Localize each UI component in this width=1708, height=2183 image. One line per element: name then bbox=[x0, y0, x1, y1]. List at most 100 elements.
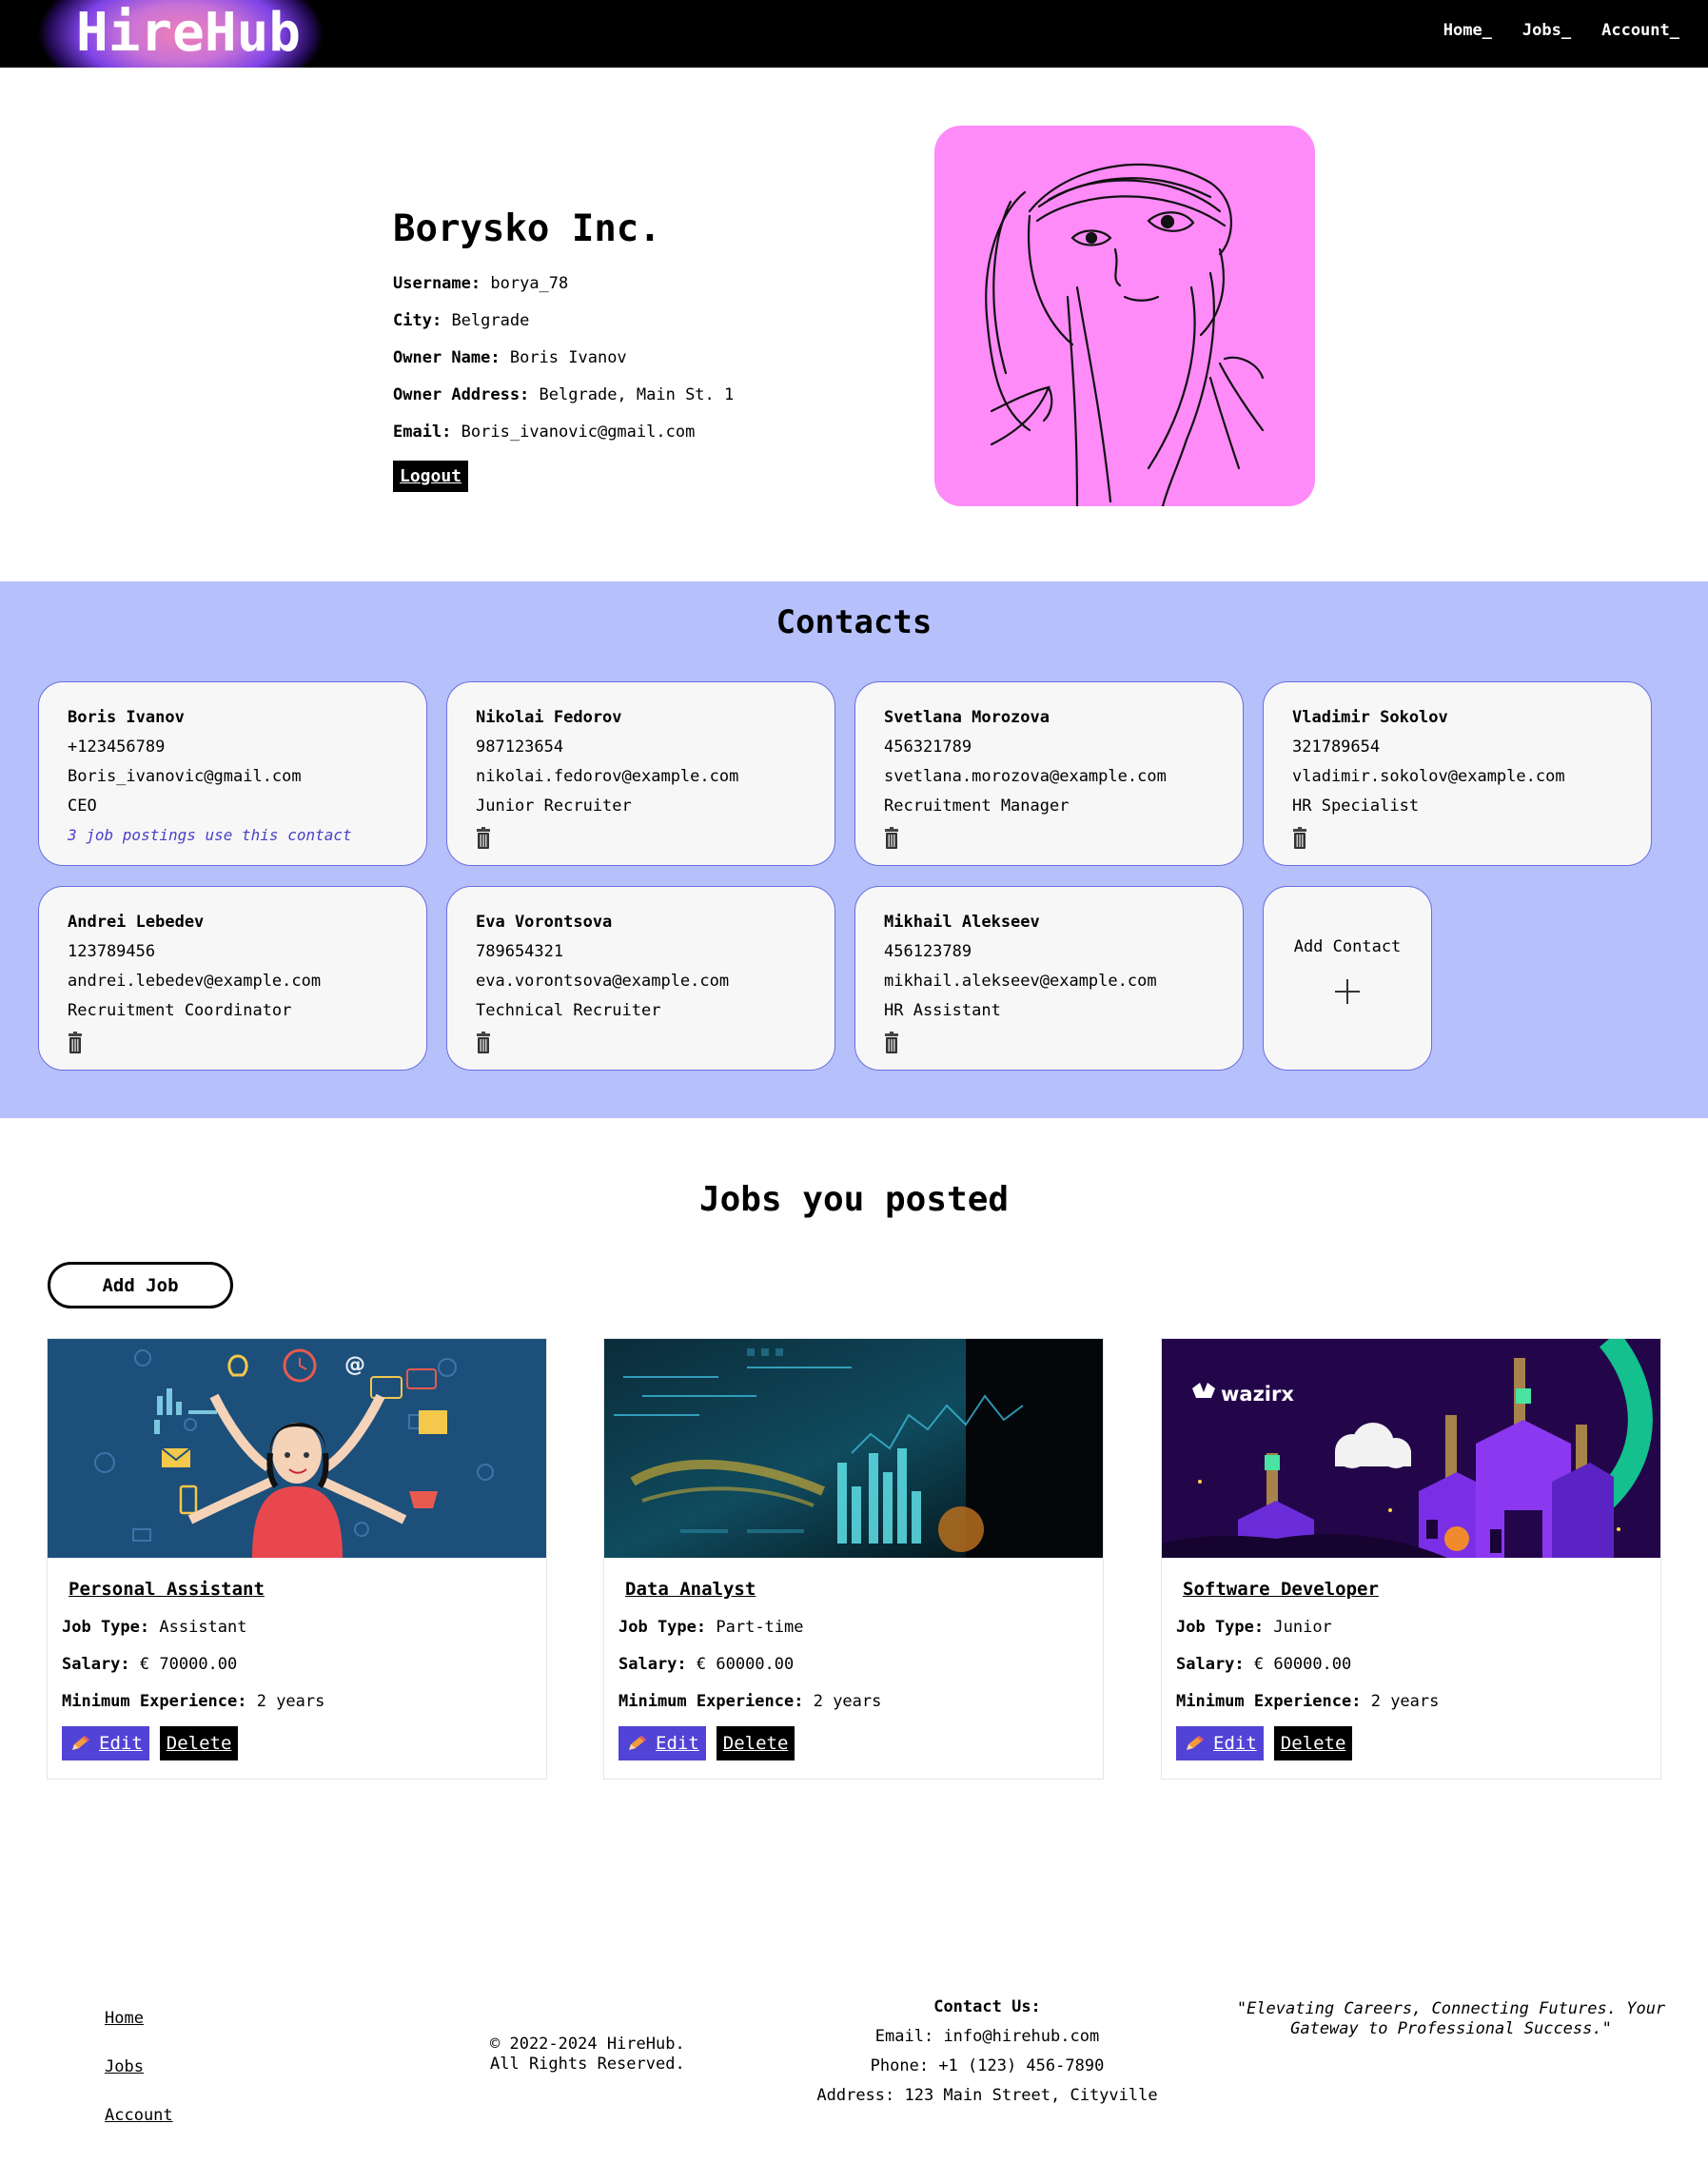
job-actions: Edit Delete bbox=[1176, 1726, 1646, 1760]
contact-phone: 123789456 bbox=[68, 942, 156, 961]
logo-area: HireHub bbox=[0, 0, 366, 68]
job-min-experience: Minimum Experience: 2 years bbox=[62, 1692, 325, 1711]
pencil-icon bbox=[629, 1736, 646, 1750]
contact-card[interactable]: Nikolai Fedorov 987123654 nikolai.fedoro… bbox=[446, 681, 835, 866]
contact-role: HR Assistant bbox=[884, 1001, 1001, 1020]
job-type: Job Type: Junior bbox=[1176, 1618, 1332, 1637]
footer-links: Home Jobs Account bbox=[105, 2007, 173, 2153]
logout-button[interactable]: Logout bbox=[393, 461, 469, 492]
delete-job-button[interactable]: Delete bbox=[1273, 1726, 1353, 1760]
nav-home-link[interactable]: Home_ bbox=[1443, 21, 1492, 40]
email-field: Email: Boris_ivanovic@gmail.com bbox=[393, 423, 696, 442]
contact-role: Recruitment Manager bbox=[884, 796, 1070, 816]
contact-usage-note: 3 job postings use this contact bbox=[68, 826, 352, 844]
contact-email: Boris_ivanovic@gmail.com bbox=[68, 767, 302, 786]
username-field: Username: borya_78 bbox=[393, 274, 569, 293]
contact-email: andrei.lebedev@example.com bbox=[68, 972, 322, 991]
footer-address: Address: 123 Main Street, Cityville bbox=[816, 2086, 1158, 2105]
footer-jobs-link[interactable]: Jobs bbox=[105, 2055, 173, 2078]
job-actions: Edit Delete bbox=[618, 1726, 1089, 1760]
add-contact-button[interactable]: Add Contact bbox=[1263, 886, 1432, 1071]
add-contact-label: Add Contact bbox=[1293, 937, 1402, 956]
contact-name: Vladimir Sokolov bbox=[1292, 708, 1448, 727]
nav-jobs-link[interactable]: Jobs_ bbox=[1522, 21, 1571, 40]
edit-job-button[interactable]: Edit bbox=[618, 1726, 706, 1760]
footer-home-link[interactable]: Home bbox=[105, 2007, 173, 2030]
company-avatar bbox=[934, 126, 1315, 506]
contact-card[interactable]: Svetlana Morozova 456321789 svetlana.mor… bbox=[854, 681, 1244, 866]
logo[interactable]: HireHub bbox=[76, 2, 301, 65]
footer-account-link[interactable]: Account bbox=[105, 2104, 173, 2127]
footer-email: Email: info@hirehub.com bbox=[874, 2027, 1100, 2046]
job-min-experience: Minimum Experience: 2 years bbox=[618, 1692, 882, 1711]
contact-phone: 456123789 bbox=[884, 942, 972, 961]
job-type: Job Type: Part-time bbox=[618, 1618, 804, 1637]
contact-card[interactable]: Boris Ivanov +123456789 Boris_ivanovic@g… bbox=[38, 681, 427, 866]
footer-tagline: "Elevating Careers, Connecting Futures. … bbox=[1236, 1999, 1666, 2038]
contact-name: Nikolai Fedorov bbox=[476, 708, 622, 727]
jobs-title: Jobs you posted bbox=[698, 1180, 1010, 1219]
trash-icon[interactable] bbox=[884, 827, 899, 850]
trash-icon[interactable] bbox=[1292, 827, 1307, 850]
job-title-link[interactable]: Data Analyst bbox=[625, 1575, 756, 1603]
contact-phone: 321789654 bbox=[1292, 738, 1381, 757]
company-name: Borysko Inc. bbox=[393, 207, 661, 250]
delete-job-button[interactable]: Delete bbox=[159, 1726, 239, 1760]
contact-name: Mikhail Alekseev bbox=[884, 913, 1040, 932]
contact-card[interactable]: Mikhail Alekseev 456123789 mikhail.aleks… bbox=[854, 886, 1244, 1071]
contact-name: Andrei Lebedev bbox=[68, 913, 205, 932]
owner-address-field: Owner Address: Belgrade, Main St. 1 bbox=[393, 385, 735, 404]
nav-links: Home_ Jobs_ Account_ bbox=[1443, 21, 1679, 40]
contact-card[interactable]: Andrei Lebedev 123789456 andrei.lebedev@… bbox=[38, 886, 427, 1071]
contact-role: Recruitment Coordinator bbox=[68, 1001, 292, 1020]
job-salary: Salary: € 60000.00 bbox=[1176, 1655, 1352, 1674]
svg-text:@: @ bbox=[344, 1353, 365, 1377]
contact-email: vladimir.sokolov@example.com bbox=[1292, 767, 1565, 786]
contact-card[interactable]: Eva Vorontsova 789654321 eva.vorontsova@… bbox=[446, 886, 835, 1071]
job-min-experience: Minimum Experience: 2 years bbox=[1176, 1692, 1440, 1711]
contact-role: Junior Recruiter bbox=[476, 796, 632, 816]
top-nav: HireHub Home_ Jobs_ Account_ bbox=[0, 0, 1708, 68]
job-card: wazirx Software Developer Job Type: Juni… bbox=[1161, 1338, 1661, 1780]
owner-name-field: Owner Name: Boris Ivanov bbox=[393, 348, 627, 367]
job-actions: Edit Delete bbox=[62, 1726, 532, 1760]
pencil-icon bbox=[72, 1736, 89, 1750]
contact-email: svetlana.morozova@example.com bbox=[884, 767, 1167, 786]
contact-role: HR Specialist bbox=[1292, 796, 1420, 816]
job-image-software-developer: wazirx bbox=[1162, 1339, 1660, 1558]
footer-contact-info: Contact Us: Email: info@hirehub.com Phon… bbox=[795, 1993, 1180, 2111]
trash-icon[interactable] bbox=[476, 1032, 491, 1054]
contact-us-heading: Contact Us: bbox=[933, 1997, 1041, 2016]
job-image-personal-assistant: @ bbox=[48, 1339, 546, 1558]
job-salary: Salary: € 70000.00 bbox=[62, 1655, 238, 1674]
plus-icon bbox=[1335, 979, 1360, 1004]
contact-phone: 456321789 bbox=[884, 738, 972, 757]
job-card: Data Analyst Job Type: Part-time Salary:… bbox=[603, 1338, 1104, 1780]
contact-email: mikhail.alekseev@example.com bbox=[884, 972, 1157, 991]
edit-job-button[interactable]: Edit bbox=[1176, 1726, 1264, 1760]
delete-job-button[interactable]: Delete bbox=[716, 1726, 795, 1760]
trash-icon[interactable] bbox=[476, 827, 491, 850]
contact-name: Eva Vorontsova bbox=[476, 913, 613, 932]
contact-phone: +123456789 bbox=[68, 738, 166, 757]
contact-name: Svetlana Morozova bbox=[884, 708, 1050, 727]
trash-icon[interactable] bbox=[884, 1032, 899, 1054]
nav-account-link[interactable]: Account_ bbox=[1601, 21, 1679, 40]
contact-role: CEO bbox=[68, 796, 97, 816]
contact-phone: 789654321 bbox=[476, 942, 564, 961]
job-title-link[interactable]: Software Developer bbox=[1183, 1575, 1379, 1603]
contact-name: Boris Ivanov bbox=[68, 708, 185, 727]
contact-email: eva.vorontsova@example.com bbox=[476, 972, 730, 991]
contact-email: nikolai.fedorov@example.com bbox=[476, 767, 739, 786]
trash-icon[interactable] bbox=[68, 1032, 83, 1054]
contacts-section: Contacts Boris Ivanov +123456789 Boris_i… bbox=[0, 581, 1708, 1118]
job-title-link[interactable]: Personal Assistant bbox=[69, 1575, 265, 1603]
job-type: Job Type: Assistant bbox=[62, 1618, 247, 1637]
contacts-title: Contacts bbox=[775, 603, 933, 641]
edit-job-button[interactable]: Edit bbox=[62, 1726, 149, 1760]
contact-phone: 987123654 bbox=[476, 738, 564, 757]
job-card: @ Personal Assistant Job Type: Assistant… bbox=[47, 1338, 547, 1780]
copyright: © 2022-2024 HireHub. All Rights Reserved… bbox=[490, 2035, 685, 2074]
contact-card[interactable]: Vladimir Sokolov 321789654 vladimir.soko… bbox=[1263, 681, 1652, 866]
add-job-button[interactable]: Add Job bbox=[48, 1262, 233, 1308]
